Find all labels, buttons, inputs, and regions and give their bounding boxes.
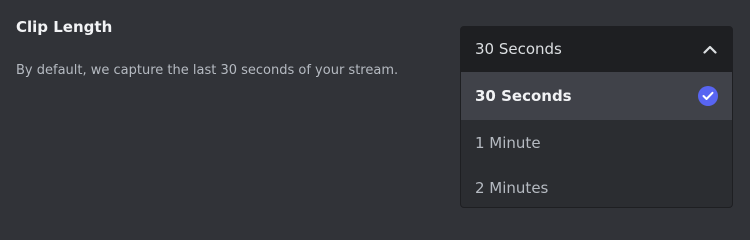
option-2-minutes[interactable]: 2 Minutes <box>461 165 732 207</box>
option-label: 1 Minute <box>475 133 541 152</box>
clip-length-settings: Clip Length By default, we capture the l… <box>0 0 750 227</box>
chevron-up-icon[interactable] <box>702 41 718 57</box>
check-circle-icon <box>698 86 718 106</box>
select-value: 30 Seconds <box>475 40 562 58</box>
option-label: 30 Seconds <box>475 87 572 105</box>
option-1-minute[interactable]: 1 Minute <box>461 120 732 165</box>
setting-title: Clip Length <box>16 18 113 36</box>
option-label: 2 Minutes <box>475 178 549 197</box>
setting-description: By default, we capture the last 30 secon… <box>16 63 399 78</box>
option-30-seconds[interactable]: 30 Seconds <box>461 72 732 120</box>
clip-length-options: 30 Seconds 1 Minute 2 Minutes <box>460 72 733 208</box>
clip-length-select[interactable]: 30 Seconds <box>460 26 733 72</box>
